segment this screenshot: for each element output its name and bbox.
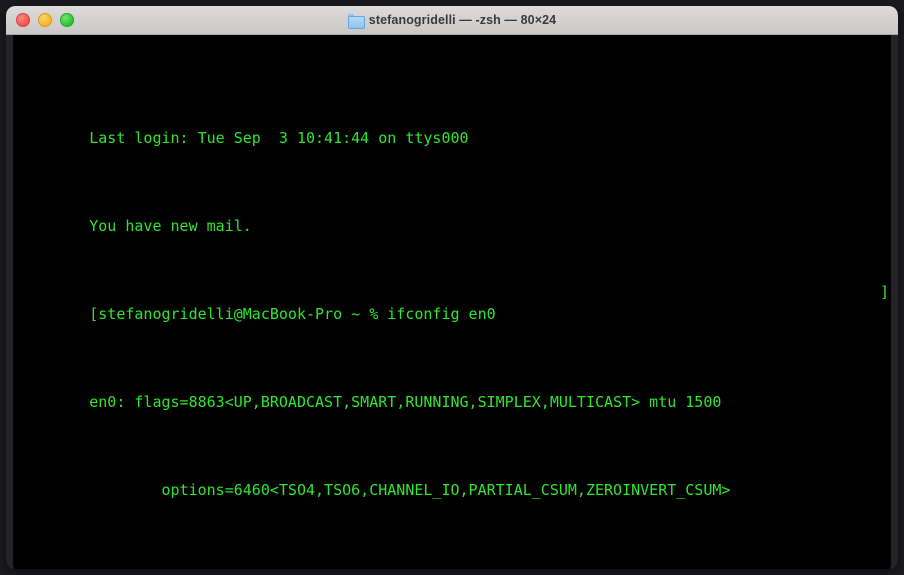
prompt-mark-close: ] [879, 283, 889, 301]
terminal-line-text: [stefanogridelli@MacBook-Pro ~ % ifconfi… [89, 305, 496, 323]
minimize-button[interactable] [38, 13, 52, 27]
terminal-line: en0: flags=8863<UP,BROADCAST,SMART,RUNNI… [17, 369, 891, 411]
terminal-line: Last login: Tue Sep 3 10:41:44 on ttys00… [17, 105, 891, 147]
terminal-screen[interactable]: Last login: Tue Sep 3 10:41:44 on ttys00… [13, 39, 891, 569]
terminal-window: stefanogridelli — -zsh — 80×24 Last logi… [6, 6, 898, 569]
terminal-body[interactable]: Last login: Tue Sep 3 10:41:44 on ttys00… [6, 35, 898, 569]
terminal-line: options=6460<TSO4,TSO6,CHANNEL_IO,PARTIA… [17, 457, 891, 499]
terminal-line-text: options=6460<TSO4,TSO6,CHANNEL_IO,PARTIA… [89, 481, 731, 499]
close-button[interactable] [16, 13, 30, 27]
window-titlebar[interactable]: stefanogridelli — -zsh — 80×24 [6, 6, 898, 35]
terminal-line-text: You have new mail. [89, 217, 252, 235]
terminal-line: ether 80:a9:97:25:34:8e [17, 545, 891, 567]
folder-icon [347, 13, 365, 29]
terminal-line-text: Last login: Tue Sep 3 10:41:44 on ttys00… [89, 129, 469, 147]
maximize-button[interactable] [60, 13, 74, 27]
window-title: stefanogridelli — -zsh — 80×24 [368, 13, 557, 27]
terminal-line-text: en0: flags=8863<UP,BROADCAST,SMART,RUNNI… [89, 393, 722, 411]
terminal-line-prompt-command: [stefanogridelli@MacBook-Pro ~ % ifconfi… [17, 281, 891, 323]
window-controls [16, 6, 74, 34]
terminal-line: You have new mail. [17, 193, 891, 235]
window-title-group: stefanogridelli — -zsh — 80×24 [6, 6, 898, 34]
